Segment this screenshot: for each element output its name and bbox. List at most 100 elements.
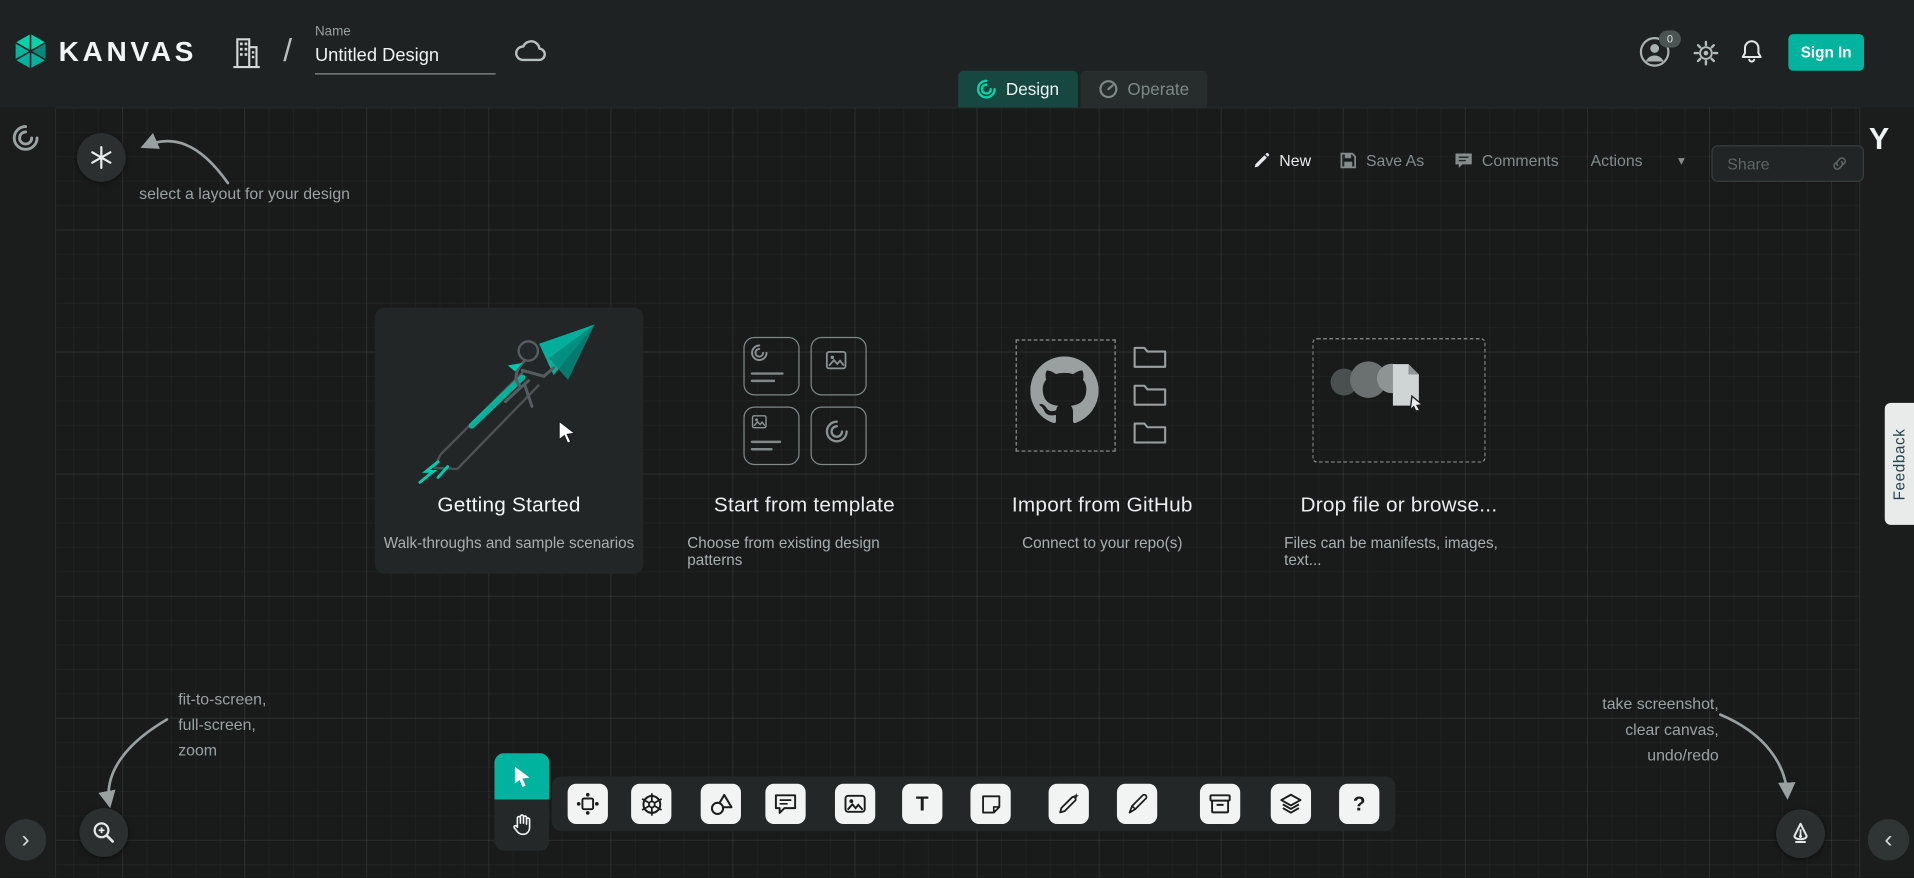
design-pen-tool-button[interactable] bbox=[1049, 784, 1089, 824]
import-github-card[interactable]: Import from GitHub Connect to your repo(… bbox=[984, 308, 1221, 552]
share-label: Share bbox=[1727, 154, 1769, 172]
help-icon: ? bbox=[1353, 792, 1366, 816]
folder-icon bbox=[1133, 420, 1167, 444]
new-design-button[interactable]: New bbox=[1252, 151, 1311, 169]
save-as-label: Save As bbox=[1366, 151, 1424, 169]
getting-started-card[interactable]: Getting Started Walk-throughs and sample… bbox=[375, 308, 644, 574]
hint-clear-canvas: clear canvas, bbox=[1582, 717, 1719, 743]
gear-icon bbox=[1693, 40, 1719, 66]
file-plus-icon bbox=[1384, 361, 1426, 410]
repo-folders bbox=[1133, 344, 1167, 444]
zoom-button[interactable] bbox=[79, 808, 128, 857]
cursor-icon bbox=[511, 765, 532, 788]
github-icon bbox=[1030, 356, 1098, 424]
organization-icon[interactable] bbox=[231, 33, 263, 78]
pen-icon bbox=[1125, 792, 1149, 816]
pen-nib-icon bbox=[1788, 822, 1812, 846]
getting-started-title: Getting Started bbox=[437, 493, 580, 517]
actions-dropdown[interactable]: Actions ▾ bbox=[1591, 151, 1685, 169]
hand-icon bbox=[510, 812, 534, 839]
dropzone[interactable] bbox=[1312, 338, 1485, 463]
mode-tabs: Design Operate bbox=[958, 71, 1207, 108]
hint-zoom: zoom bbox=[178, 737, 266, 763]
hint-full-screen: full-screen, bbox=[178, 712, 266, 738]
name-field-label: Name bbox=[315, 24, 496, 39]
folder-icon bbox=[1133, 344, 1167, 368]
sticky-note-icon bbox=[978, 792, 1002, 816]
layers-icon bbox=[1278, 791, 1304, 817]
drop-subtitle: Files can be manifests, images, text... bbox=[1284, 535, 1513, 569]
tab-design[interactable]: Design bbox=[958, 71, 1077, 108]
folder-icon bbox=[1133, 382, 1167, 406]
design-tab-icon bbox=[977, 79, 997, 99]
magnifier-icon bbox=[92, 820, 116, 844]
select-tool-button[interactable] bbox=[494, 753, 549, 799]
tab-operate[interactable]: Operate bbox=[1080, 71, 1208, 108]
canvas-left-rail bbox=[0, 107, 56, 878]
brand[interactable]: KANVAS bbox=[12, 33, 197, 70]
component-tool-button[interactable] bbox=[568, 784, 608, 824]
start-from-template-card[interactable]: Start from template Choose from existing… bbox=[687, 308, 921, 569]
hint-screenshot: take screenshot, bbox=[1582, 691, 1719, 717]
design-name-group: Name bbox=[315, 24, 496, 74]
helm-wheel-icon bbox=[638, 790, 665, 817]
comment-tool-button[interactable] bbox=[765, 784, 805, 824]
cloud-sync-icon[interactable] bbox=[513, 37, 550, 70]
component-icon bbox=[575, 791, 601, 817]
canvas-actions-button[interactable] bbox=[1776, 809, 1825, 858]
expand-right-panel-button[interactable]: ‹ bbox=[1868, 819, 1910, 861]
new-label: New bbox=[1279, 151, 1311, 169]
share-button[interactable]: Share bbox=[1711, 145, 1864, 182]
actions-label: Actions bbox=[1591, 151, 1643, 169]
template-tile-spiral-2 bbox=[810, 406, 866, 465]
bell-icon bbox=[1738, 38, 1765, 67]
snowflake-icon bbox=[89, 145, 113, 169]
edit-pen-tool-button[interactable] bbox=[1117, 784, 1157, 824]
drop-file-card[interactable]: Drop file or browse... Files can be mani… bbox=[1284, 308, 1513, 569]
text-tool-button[interactable]: T bbox=[902, 784, 942, 824]
layout-hint-text: select a layout for your design bbox=[139, 184, 350, 202]
github-title: Import from GitHub bbox=[1012, 493, 1193, 517]
sign-in-button[interactable]: Sign In bbox=[1788, 34, 1864, 71]
media-tool-button[interactable] bbox=[835, 784, 875, 824]
getting-started-subtitle: Walk-throughs and sample scenarios bbox=[384, 535, 634, 552]
template-tile-image-2 bbox=[743, 406, 799, 465]
pointer-tool-group bbox=[494, 753, 549, 851]
note-tool-button[interactable] bbox=[970, 784, 1010, 824]
settings-button[interactable] bbox=[1693, 40, 1719, 72]
kanvas-spinner-icon bbox=[12, 125, 39, 158]
layer5-y-logo: Y bbox=[1869, 122, 1889, 157]
comments-button[interactable]: Comments bbox=[1454, 151, 1559, 169]
brand-name: KANVAS bbox=[59, 35, 197, 68]
template-title: Start from template bbox=[714, 493, 895, 517]
save-icon bbox=[1339, 151, 1357, 169]
template-tile-image bbox=[810, 336, 866, 395]
link-icon bbox=[1831, 155, 1848, 172]
shapes-tool-button[interactable] bbox=[701, 784, 741, 824]
text-tool-icon: T bbox=[916, 792, 929, 816]
operate-tab-label: Operate bbox=[1127, 79, 1189, 99]
feedback-tab[interactable]: Feedback bbox=[1885, 403, 1914, 525]
pan-tool-button[interactable] bbox=[494, 800, 549, 851]
notifications-button[interactable] bbox=[1738, 38, 1765, 73]
drop-title: Drop file or browse... bbox=[1301, 493, 1498, 517]
operate-tab-icon bbox=[1098, 79, 1118, 99]
github-subtitle: Connect to your repo(s) bbox=[1022, 535, 1182, 552]
template-tiles bbox=[743, 336, 866, 464]
hint-undo-redo: undo/redo bbox=[1582, 742, 1719, 768]
comments-label: Comments bbox=[1482, 151, 1559, 169]
save-as-button[interactable]: Save As bbox=[1339, 151, 1424, 169]
layers-tool-button[interactable] bbox=[1271, 784, 1311, 824]
helm-tool-button[interactable] bbox=[631, 784, 671, 824]
chevron-left-icon: ‹ bbox=[1884, 826, 1892, 854]
kanvas-logo-icon bbox=[12, 33, 49, 70]
design-name-input[interactable] bbox=[315, 43, 496, 75]
layout-selector-button[interactable] bbox=[77, 133, 126, 182]
expand-left-panel-button[interactable]: › bbox=[5, 819, 47, 861]
tool-dock: T bbox=[552, 776, 1396, 831]
help-tool-button[interactable]: ? bbox=[1339, 784, 1379, 824]
path-separator: / bbox=[283, 32, 292, 70]
bottom-left-hints: fit-to-screen, full-screen, zoom bbox=[178, 686, 266, 763]
drawer-tool-button[interactable] bbox=[1200, 784, 1240, 824]
chevron-right-icon: › bbox=[22, 826, 30, 854]
